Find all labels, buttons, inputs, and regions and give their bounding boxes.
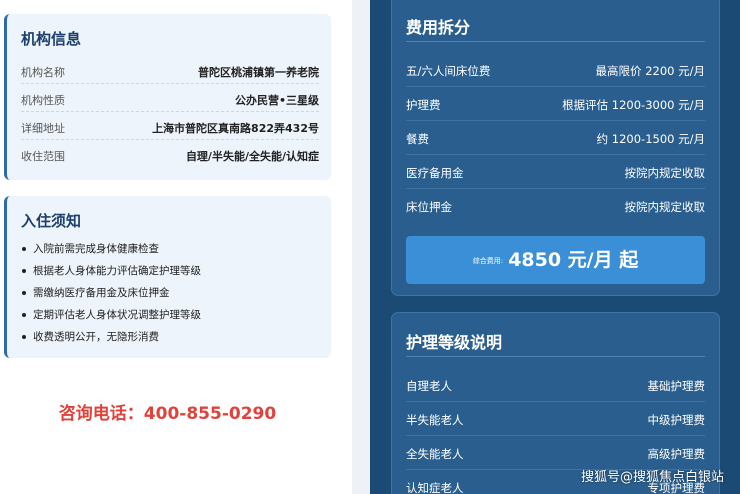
list-item: 收费透明公开，无隐形消费 [21,330,201,352]
care-value: 高级护理费 [647,447,706,461]
fee-label: 床位押金 [406,200,452,214]
list-item: 根据老人身体能力评估确定护理等级 [21,264,201,286]
list-item: 需缴纳医疗备用金及床位押金 [21,286,201,308]
fee-value: 最高限价 2200 元/月 [595,64,705,78]
org-info-title: 机构信息 [21,30,82,48]
info-row-name: 机构名称 普陀区桃浦镇第一养老院 [21,56,319,84]
total-fee-label: 综合费用: [472,257,504,265]
fee-row-meal: 餐费 约 1200-1500 元/月 [406,121,705,155]
notice-title: 入住须知 [21,212,82,230]
fee-label: 医疗备用金 [406,166,464,180]
fee-value: 按院内规定收取 [624,200,706,214]
fee-value: 按院内规定收取 [624,166,706,180]
info-row-nature: 机构性质 公办民营•三星级 [21,84,319,112]
care-level-title: 护理等级说明 [406,333,503,352]
care-row-self: 自理老人 基础护理费 [406,368,705,402]
info-label: 机构名称 [21,66,65,79]
care-value: 基础护理费 [647,379,706,393]
fee-label: 五/六人间床位费 [406,64,491,78]
fee-label: 护理费 [406,98,441,112]
care-label: 自理老人 [406,379,452,393]
fee-breakdown-box: 费用拆分 五/六人间床位费 最高限价 2200 元/月 护理费 根据评估 120… [391,0,720,296]
column-gap [352,0,370,494]
info-row-scope: 收住范围 自理/半失能/全失能/认知症 [21,140,319,168]
divider [406,41,705,42]
info-label: 收住范围 [21,150,65,163]
fee-row-bed: 五/六人间床位费 最高限价 2200 元/月 [406,53,705,87]
fee-panel: 费用拆分 五/六人间床位费 最高限价 2200 元/月 护理费 根据评估 120… [370,0,740,494]
info-value: 普陀区桃浦镇第一养老院 [198,66,319,79]
fee-title: 费用拆分 [406,18,471,37]
list-item: 定期评估老人身体状况调整护理等级 [21,308,201,330]
care-row-full: 全失能老人 高级护理费 [406,436,705,470]
info-value: 上海市普陀区真南路822弄432号 [152,122,319,135]
info-label: 详细地址 [21,122,65,135]
info-row-address: 详细地址 上海市普陀区真南路822弄432号 [21,112,319,140]
fee-label: 餐费 [406,132,429,146]
notice-card: 入住须知 入院前需完成身体健康检查 根据老人身体能力评估确定护理等级 需缴纳医疗… [4,196,331,358]
list-item: 入院前需完成身体健康检查 [21,242,201,264]
hotline-text: 咨询电话：400-855-0290 [58,404,277,424]
fee-row-care: 护理费 根据评估 1200-3000 元/月 [406,87,705,121]
fee-value: 根据评估 1200-3000 元/月 [562,98,705,112]
org-info-card: 机构信息 机构名称 普陀区桃浦镇第一养老院 机构性质 公办民营•三星级 详细地址… [4,14,331,180]
fee-value: 约 1200-1500 元/月 [596,132,705,146]
care-label: 全失能老人 [406,447,464,461]
info-value: 公办民营•三星级 [234,94,319,107]
divider [406,356,705,357]
total-fee-value: 4850 元/月 起 [508,249,639,271]
care-label: 半失能老人 [406,413,464,427]
total-fee-bar: 综合费用: 4850 元/月 起 [406,236,705,284]
care-label: 认知症老人 [406,481,464,494]
care-row-semi: 半失能老人 中级护理费 [406,402,705,436]
care-value: 中级护理费 [647,413,706,427]
watermark-text: 搜狐号@搜狐焦点白银站 [580,470,724,485]
info-value: 自理/半失能/全失能/认知症 [185,150,319,163]
fee-row-deposit: 床位押金 按院内规定收取 [406,189,705,223]
notice-list: 入院前需完成身体健康检查 根据老人身体能力评估确定护理等级 需缴纳医疗备用金及床… [21,242,201,352]
info-label: 机构性质 [21,94,65,107]
fee-row-medical: 医疗备用金 按院内规定收取 [406,155,705,189]
